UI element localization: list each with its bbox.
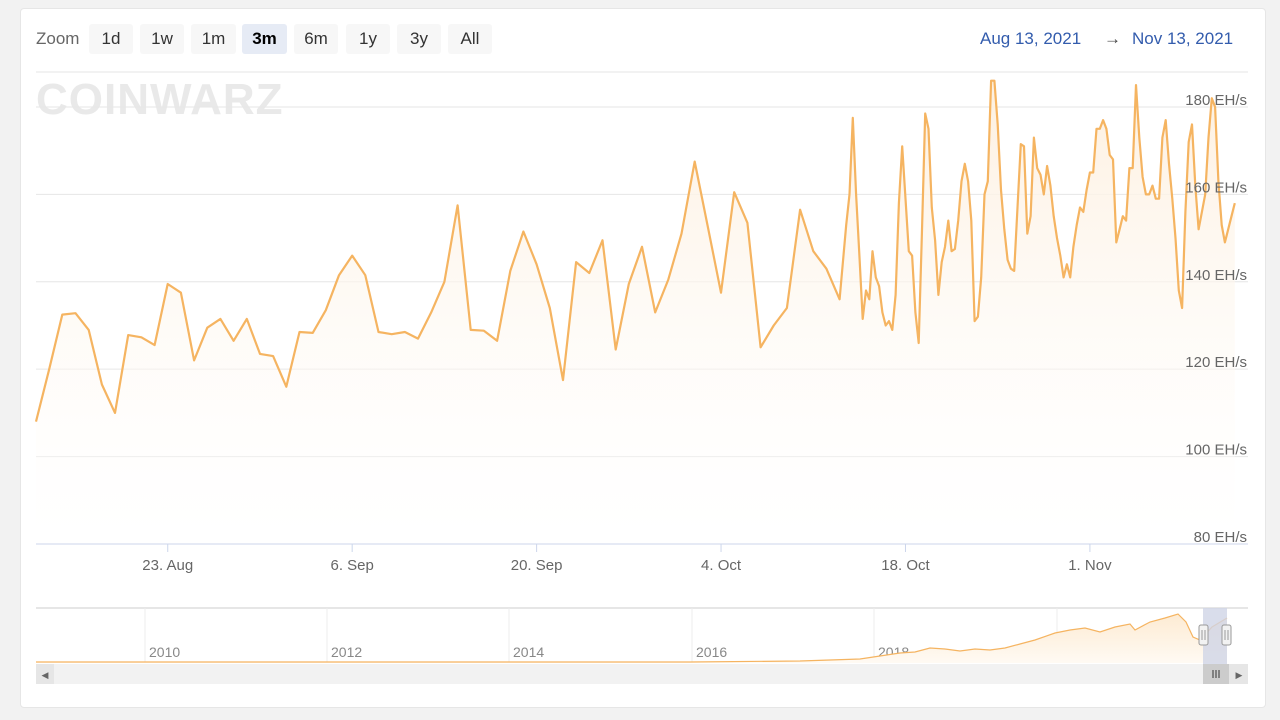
coinwarz-watermark: COINWARZ (36, 75, 284, 124)
navigator-area (36, 614, 1227, 663)
x-tick-label: 23. Aug (142, 557, 193, 574)
navigator-series: 201020122014201620182020 (36, 608, 1228, 663)
navigator[interactable]: 201020122014201620182020 (36, 607, 1248, 664)
y-tick-label: 120 EH/s (1185, 354, 1247, 371)
chevron-left-icon: ◀ (42, 671, 49, 681)
x-tick-label: 4. Oct (701, 557, 742, 574)
navigator-year-label: 2012 (331, 644, 362, 660)
x-tick-label: 20. Sep (511, 557, 563, 574)
y-tick-label: 80 EH/s (1194, 529, 1247, 546)
x-tick-label: 6. Sep (330, 557, 373, 574)
plot-area (34, 79, 1236, 544)
y-tick-label: 180 EH/s (1185, 92, 1247, 109)
x-tick-label: 18. Oct (881, 557, 930, 574)
y-tick-label: 100 EH/s (1185, 442, 1247, 459)
scrollbar[interactable]: ◀ ▶ (36, 664, 1248, 684)
scrollbar-track[interactable] (36, 664, 1248, 684)
navigator-year-label: 2014 (513, 644, 544, 660)
hashrate-chart: COINWARZ 80 EH/s 100 EH/s 120 EH/s 140 EH/s… (34, 71, 1248, 684)
x-tick-label: 1. Nov (1068, 557, 1112, 574)
hashrate-area (36, 80, 1235, 544)
y-tick-label: 160 EH/s (1185, 179, 1247, 196)
navigator-left-handle[interactable] (1198, 624, 1209, 646)
navigator-year-label: 2016 (696, 644, 727, 660)
x-axis-labels: 23. Aug 6. Sep 20. Sep 4. Oct 18. Oct 1. Nov (36, 543, 1248, 574)
y-tick-label: 140 EH/s (1185, 267, 1247, 284)
navigator-right-handle[interactable] (1221, 624, 1232, 646)
navigator-year-label: 2010 (149, 644, 180, 660)
chevron-right-icon: ▶ (1236, 671, 1243, 681)
